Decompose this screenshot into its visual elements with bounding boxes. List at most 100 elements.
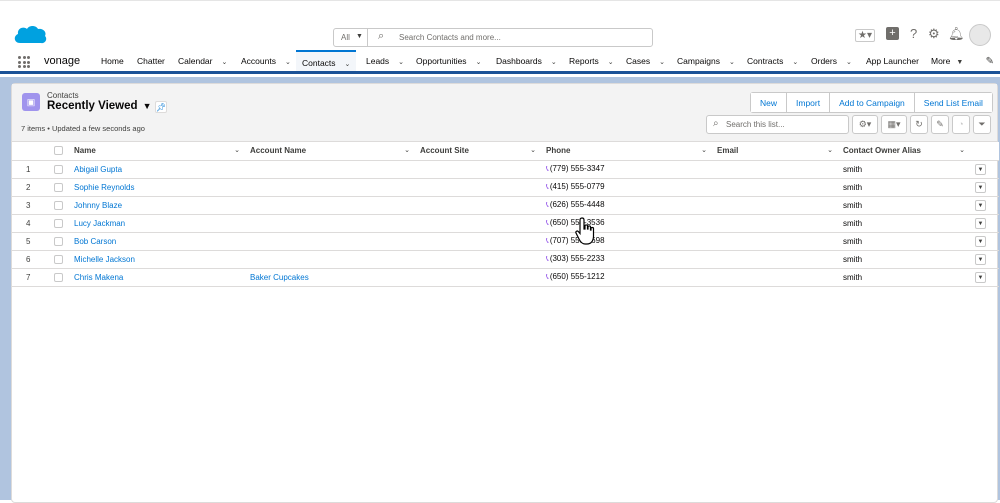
- nav-item-accounts[interactable]: Accounts ⌄: [241, 56, 291, 66]
- chart-icon[interactable]: ◔: [952, 115, 970, 134]
- send-list-email-button[interactable]: Send List Email: [914, 93, 992, 112]
- list-view-picker[interactable]: Recently Viewed ▼: [47, 100, 151, 112]
- setup-gear-icon[interactable]: ⚙: [928, 26, 940, 42]
- nav-item-opportunities[interactable]: Opportunities ⌄: [416, 56, 481, 66]
- nav-item-chatter[interactable]: Chatter: [137, 56, 165, 66]
- click-to-dial-phone-icon[interactable]: 📞︎: [546, 236, 549, 245]
- nav-item-home[interactable]: Home: [101, 56, 124, 66]
- click-to-dial-phone-icon[interactable]: 📞︎: [546, 218, 549, 227]
- phone-number[interactable]: (779) 555-3347: [550, 164, 605, 173]
- chevron-down-icon[interactable]: ⌄: [846, 59, 852, 66]
- import-button[interactable]: Import: [787, 93, 831, 112]
- contact-name-link[interactable]: Michelle Jackson: [74, 255, 135, 264]
- chevron-down-icon[interactable]: ⌄: [398, 59, 404, 66]
- chevron-down-icon[interactable]: ⌄: [345, 61, 351, 68]
- chevron-down-icon[interactable]: ⌄: [476, 59, 482, 66]
- click-to-dial-phone-icon[interactable]: 📞︎: [546, 254, 549, 263]
- list-search-input[interactable]: Search this list...: [726, 120, 785, 129]
- notifications-bell-icon[interactable]: 🔔︎: [948, 26, 965, 42]
- chevron-down-icon[interactable]: ⌄: [530, 146, 536, 154]
- select-all-checkbox[interactable]: [54, 146, 63, 156]
- add-to-campaign-button[interactable]: Add to Campaign: [830, 93, 915, 112]
- phone-number[interactable]: (303) 555-2233: [550, 254, 605, 263]
- click-to-dial-phone-icon[interactable]: 📞︎: [546, 200, 549, 209]
- phone-number[interactable]: (626) 555-4448: [550, 200, 605, 209]
- row-checkbox[interactable]: [54, 218, 63, 228]
- filter-icon[interactable]: ⏷: [973, 115, 991, 134]
- click-to-dial-phone-icon[interactable]: 📞︎: [546, 272, 549, 281]
- new-button[interactable]: New: [751, 93, 788, 112]
- chevron-down-icon[interactable]: ⌄: [959, 146, 965, 154]
- phone-number[interactable]: (415) 555-0779: [550, 182, 605, 191]
- chevron-down-icon[interactable]: ▼: [956, 59, 963, 66]
- contact-name-link[interactable]: Johnny Blaze: [74, 201, 122, 210]
- chevron-down-icon[interactable]: ⌄: [827, 146, 833, 154]
- row-checkbox[interactable]: [54, 236, 63, 246]
- global-search[interactable]: All ▼ ⌕ Search Contacts and more...: [333, 28, 653, 47]
- row-checkbox[interactable]: [54, 254, 63, 264]
- caret-down-icon[interactable]: ▼: [143, 101, 152, 111]
- nav-item-cases[interactable]: Cases ⌄: [626, 56, 665, 66]
- row-checkbox[interactable]: [54, 182, 63, 192]
- nav-item-contacts[interactable]: Contacts ⌄: [296, 50, 357, 71]
- edit-list-pencil-icon[interactable]: ✎: [931, 115, 949, 134]
- nav-item-more[interactable]: More ▼: [931, 56, 963, 66]
- app-launcher-waffle-icon[interactable]: [18, 56, 30, 68]
- row-actions-dropdown-icon[interactable]: ▼: [975, 253, 986, 265]
- edit-nav-pencil-icon[interactable]: ✎: [986, 56, 994, 67]
- row-checkbox[interactable]: [54, 272, 63, 282]
- chevron-down-icon[interactable]: ⌄: [729, 59, 735, 66]
- row-actions-dropdown-icon[interactable]: ▼: [975, 271, 986, 283]
- chevron-down-icon[interactable]: ⌄: [222, 59, 228, 66]
- row-actions-dropdown-icon[interactable]: ▼: [975, 163, 986, 175]
- chevron-down-icon[interactable]: ⌄: [551, 59, 557, 66]
- phone-number[interactable]: (650) 555-1212: [550, 272, 605, 281]
- chevron-down-icon[interactable]: ⌄: [701, 146, 707, 154]
- column-header-contact-owner-alias[interactable]: Contact Owner Alias ⌄: [839, 142, 971, 161]
- favorites-icon[interactable]: ★▾: [855, 29, 875, 42]
- contact-name-link[interactable]: Sophie Reynolds: [74, 183, 134, 192]
- column-header-phone[interactable]: Phone ⌄: [542, 142, 713, 161]
- nav-item-app-launcher[interactable]: App Launcher: [866, 56, 919, 66]
- salesforce-cloud-logo[interactable]: [12, 23, 48, 47]
- contact-name-link[interactable]: Lucy Jackman: [74, 219, 125, 228]
- nav-item-orders[interactable]: Orders ⌄: [811, 56, 852, 66]
- pin-list-icon[interactable]: 📌︎: [155, 101, 167, 113]
- nav-item-dashboards[interactable]: Dashboards ⌄: [496, 56, 557, 66]
- chevron-down-icon[interactable]: ⌄: [659, 59, 665, 66]
- refresh-icon[interactable]: ↻: [910, 115, 928, 134]
- chevron-down-icon[interactable]: ⌄: [404, 146, 410, 154]
- search-scope-select[interactable]: All ▼: [334, 29, 368, 46]
- chevron-down-icon[interactable]: ⌄: [792, 59, 798, 66]
- row-actions-dropdown-icon[interactable]: ▼: [975, 199, 986, 211]
- search-input[interactable]: Search Contacts and more...: [399, 33, 501, 42]
- row-checkbox[interactable]: [54, 200, 63, 210]
- contact-name-link[interactable]: Abigail Gupta: [74, 165, 122, 174]
- account-name-link[interactable]: Baker Cupcakes: [250, 273, 309, 282]
- chevron-down-icon[interactable]: ⌄: [285, 59, 291, 66]
- column-header-account-site[interactable]: Account Site ⌄: [416, 142, 542, 161]
- click-to-dial-phone-icon[interactable]: 📞︎: [546, 164, 549, 173]
- column-header-email[interactable]: Email ⌄: [713, 142, 839, 161]
- column-header-name[interactable]: Name ⌄: [70, 142, 246, 161]
- row-checkbox[interactable]: [54, 164, 63, 174]
- nav-item-campaigns[interactable]: Campaigns ⌄: [677, 56, 735, 66]
- display-as-table-icon[interactable]: ▦▾: [881, 115, 907, 134]
- nav-item-calendar[interactable]: Calendar ⌄: [178, 56, 227, 66]
- help-icon[interactable]: ?: [910, 26, 917, 41]
- nav-item-contracts[interactable]: Contracts ⌄: [747, 56, 798, 66]
- list-search[interactable]: ⌕ Search this list...: [706, 115, 849, 134]
- avatar[interactable]: [969, 24, 991, 46]
- chevron-down-icon[interactable]: ⌄: [608, 59, 614, 66]
- nav-item-reports[interactable]: Reports ⌄: [569, 56, 614, 66]
- row-actions-dropdown-icon[interactable]: ▼: [975, 217, 986, 229]
- chevron-down-icon[interactable]: ⌄: [234, 146, 240, 154]
- nav-item-leads[interactable]: Leads ⌄: [366, 56, 404, 66]
- contact-name-link[interactable]: Bob Carson: [74, 237, 116, 246]
- contact-name-link[interactable]: Chris Makena: [74, 273, 123, 282]
- row-actions-dropdown-icon[interactable]: ▼: [975, 235, 986, 247]
- click-to-dial-phone-icon[interactable]: 📞︎: [546, 182, 549, 191]
- list-settings-gear-icon[interactable]: ⚙▾: [852, 115, 878, 134]
- column-header-account-name[interactable]: Account Name ⌄: [246, 142, 416, 161]
- add-icon[interactable]: +: [886, 27, 899, 40]
